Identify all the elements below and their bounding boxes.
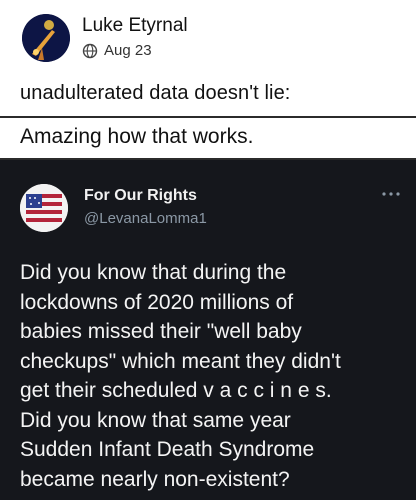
post-header: Luke Etyrnal Aug 23 (22, 14, 188, 62)
post-caption: unadulterated data doesn't lie: (20, 82, 291, 104)
avatar-artwork-icon (22, 14, 70, 62)
post-date[interactable]: Aug 23 (104, 42, 152, 60)
quote-strip: Amazing how that works. (0, 116, 416, 160)
tweet-author: For Our Rights @LevanaLomma1 (84, 186, 207, 229)
globe-icon (82, 43, 98, 59)
author-block: Luke Etyrnal Aug 23 (82, 14, 188, 60)
tweet-handle: @LevanaLomma1 (84, 210, 207, 227)
tweet-avatar (20, 184, 68, 232)
tweet-body: Did you know that during the lockdowns o… (20, 261, 341, 491)
post-meta: Aug 23 (82, 42, 188, 60)
embedded-tweet: For Our Rights @LevanaLomma1 Did you kno… (0, 162, 416, 500)
more-options-icon (380, 186, 402, 196)
author-avatar[interactable] (22, 14, 70, 62)
tweet-display-name: For Our Rights (84, 187, 197, 204)
flag-avatar-icon (20, 184, 68, 232)
author-name[interactable]: Luke Etyrnal (82, 14, 188, 38)
quote-text: Amazing how that works. (20, 125, 254, 148)
